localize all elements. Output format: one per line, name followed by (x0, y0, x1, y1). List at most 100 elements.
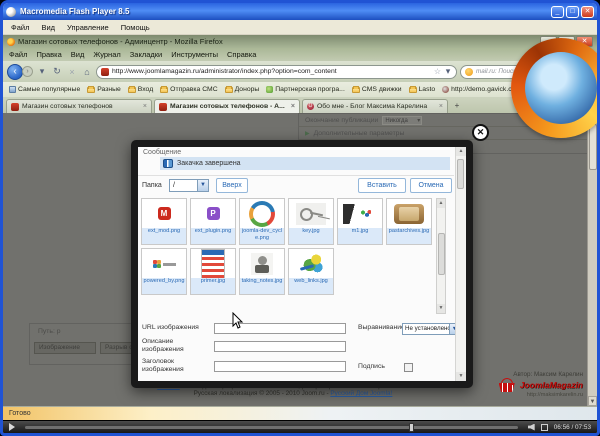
search-input[interactable]: mail.ru: Поиск в Интерн (476, 68, 552, 75)
url-bar[interactable]: http://www.joomlamagazin.ru/administrato… (96, 65, 457, 79)
section-advanced-params[interactable]: ▶ Дополнительные параметры (299, 127, 589, 140)
ff-menu-edit[interactable]: Правка (36, 50, 61, 59)
file-pastarchives[interactable]: pastarchives.jpg (386, 198, 432, 245)
flash-maximize-button[interactable]: □ (566, 6, 579, 18)
url-dropdown-icon[interactable]: ▾ (444, 66, 452, 77)
thumbnail-grid: Mext_mod.png Pext_plugin.png joomla-dev_… (141, 198, 433, 295)
bookmark-most-popular[interactable]: Самые популярные (9, 86, 80, 93)
flash-menu-control[interactable]: Управление (67, 23, 109, 32)
ff-menu-history[interactable]: Журнал (93, 50, 120, 59)
scroll-down-icon[interactable]: ▼ (456, 372, 466, 381)
image-description-input[interactable] (214, 341, 346, 352)
ff-menu-tools[interactable]: Инструменты (171, 50, 218, 59)
scroll-thumb[interactable] (589, 124, 597, 170)
bookmark-donory[interactable]: Доноры (225, 86, 260, 93)
file-taking-notes[interactable]: taking_notes.jpg (239, 248, 285, 295)
cancel-button[interactable]: Отмена (410, 178, 452, 193)
thumbnails-scrollbar[interactable]: ▲ ▼ (436, 198, 446, 314)
forward-button[interactable]: › (22, 66, 33, 77)
url-text[interactable]: http://www.joomlamagazin.ru/administrato… (112, 68, 431, 75)
file-dev-cycle[interactable]: joomla-dev_cycle.png (239, 198, 285, 245)
bookmark-lasto[interactable]: Lasto (409, 86, 436, 93)
scroll-up-icon[interactable]: ▲ (588, 113, 597, 123)
up-button[interactable]: Вверх (216, 178, 248, 193)
bookmark-gavick[interactable]: http://demo.gavick.c... (442, 86, 517, 93)
search-icon[interactable] (555, 68, 563, 76)
history-dropdown-icon[interactable]: ▾ (36, 66, 48, 77)
ff-menu-view[interactable]: Вид (71, 50, 85, 59)
scroll-thumb[interactable] (457, 159, 464, 189)
joomru-link[interactable]: Русский Дом Joomla! (330, 390, 392, 397)
new-tab-button[interactable]: + (450, 100, 464, 113)
bookmark-sms[interactable]: Отправка СМС (160, 86, 217, 93)
dialog-scrollbar[interactable]: ▲ ▼ (455, 147, 466, 381)
file-primer[interactable]: primer.jpg (190, 248, 236, 295)
seek-bar[interactable] (25, 426, 518, 429)
ff-menu-bookmarks[interactable]: Закладки (130, 50, 162, 59)
back-button[interactable]: ‹ (7, 64, 23, 80)
scroll-down-icon[interactable]: ▼ (437, 304, 445, 313)
flash-menu-file[interactable]: Файл (11, 23, 29, 32)
fullscreen-icon[interactable] (541, 424, 548, 431)
flash-titlebar[interactable]: Macromedia Flash Player 8.5 _ □ ✕ (3, 3, 597, 20)
stop-icon[interactable]: × (66, 67, 78, 77)
ff-menu-file[interactable]: Файл (9, 50, 27, 59)
scroll-up-icon[interactable]: ▲ (456, 147, 466, 156)
file-key[interactable]: key.jpg (288, 198, 334, 245)
bookmark-vhod[interactable]: Вход (128, 86, 153, 93)
tab-blog[interactable]: О Обо мне - Блог Максима Карелина × (302, 99, 448, 113)
publish-end-select[interactable]: Никогда (382, 116, 422, 125)
browser-scrollbar[interactable]: ▲ ▼ (587, 113, 597, 406)
flash-minimize-button[interactable]: _ (551, 6, 564, 18)
flash-close-button[interactable]: ✕ (581, 6, 594, 18)
firefox-titlebar[interactable]: Магазин сотовых телефонов - Админцентр -… (3, 35, 597, 48)
bookmark-partner[interactable]: Партнерская програ... (266, 86, 345, 93)
extension-icon[interactable] (571, 68, 579, 76)
dialog-close-button[interactable]: ✕ (472, 124, 489, 141)
home-icon[interactable]: ⌂ (81, 67, 93, 77)
flash-menu-help[interactable]: Помощь (121, 23, 150, 32)
seek-thumb[interactable] (409, 423, 414, 432)
flash-menu-view[interactable]: Вид (41, 23, 55, 32)
tab-shop-admin-active[interactable]: Магазин сотовых телефонов - А... × (154, 99, 300, 113)
volume-icon[interactable] (528, 424, 535, 431)
play-button[interactable] (9, 423, 15, 431)
folder-icon (409, 87, 417, 93)
editor-image-button[interactable]: Изображение (34, 342, 96, 354)
author-block: Автор: Максим Карелин JoomlaMagazin http… (497, 371, 583, 398)
image-url-input[interactable] (214, 323, 346, 334)
firefox-close-button[interactable]: ✕ (576, 36, 593, 47)
search-box[interactable]: mail.ru: Поиск в Интерн (460, 65, 568, 79)
bookmark-cms[interactable]: CMS движки (352, 86, 402, 93)
screen: Macromedia Flash Player 8.5 _ □ ✕ Файл В… (0, 0, 600, 436)
insert-button[interactable]: Вставить (358, 178, 406, 193)
ff-menu-help[interactable]: Справка (227, 50, 256, 59)
file-m1[interactable]: m1.jpg (337, 198, 383, 245)
file-ext-plugin[interactable]: Pext_plugin.png (190, 198, 236, 245)
align-select[interactable]: Не установлено▼ (402, 323, 460, 335)
file-web-links[interactable]: web_links.jpg (288, 248, 334, 295)
file-ext-mod[interactable]: Mext_mod.png (141, 198, 187, 245)
tab-shop[interactable]: Магазин сотовых телефонов × (6, 99, 152, 113)
keyboard-layout-indicator[interactable]: K (582, 66, 593, 77)
caption-checkbox[interactable] (404, 363, 413, 372)
scroll-thumb[interactable] (438, 233, 445, 275)
firefox-minimize-button[interactable]: — (540, 36, 557, 47)
folder-select[interactable]: /▼ (169, 179, 209, 192)
scroll-up-icon[interactable]: ▲ (437, 199, 445, 208)
bookmark-raznye[interactable]: Разные (87, 86, 121, 93)
reload-icon[interactable]: ↻ (51, 66, 63, 77)
firefox-maximize-button[interactable]: □ (558, 36, 575, 47)
bookmarks-overflow-chevron[interactable]: » (587, 85, 591, 94)
author-url[interactable]: http://maksimkarelin.ru (497, 392, 583, 398)
tab-close-icon[interactable]: × (439, 103, 443, 110)
image-title-input[interactable] (214, 361, 346, 372)
file-powered-by[interactable]: powered_by.png (141, 248, 187, 295)
player-time: 06:56 / 07:53 (554, 424, 591, 431)
tab-close-icon[interactable]: × (291, 103, 295, 110)
page-icon (9, 86, 16, 93)
chevron-down-icon[interactable]: ▼ (197, 180, 208, 191)
bookmark-star-icon[interactable]: ☆ (434, 67, 441, 76)
scroll-down-icon[interactable]: ▼ (588, 396, 597, 406)
tab-close-icon[interactable]: × (143, 103, 147, 110)
